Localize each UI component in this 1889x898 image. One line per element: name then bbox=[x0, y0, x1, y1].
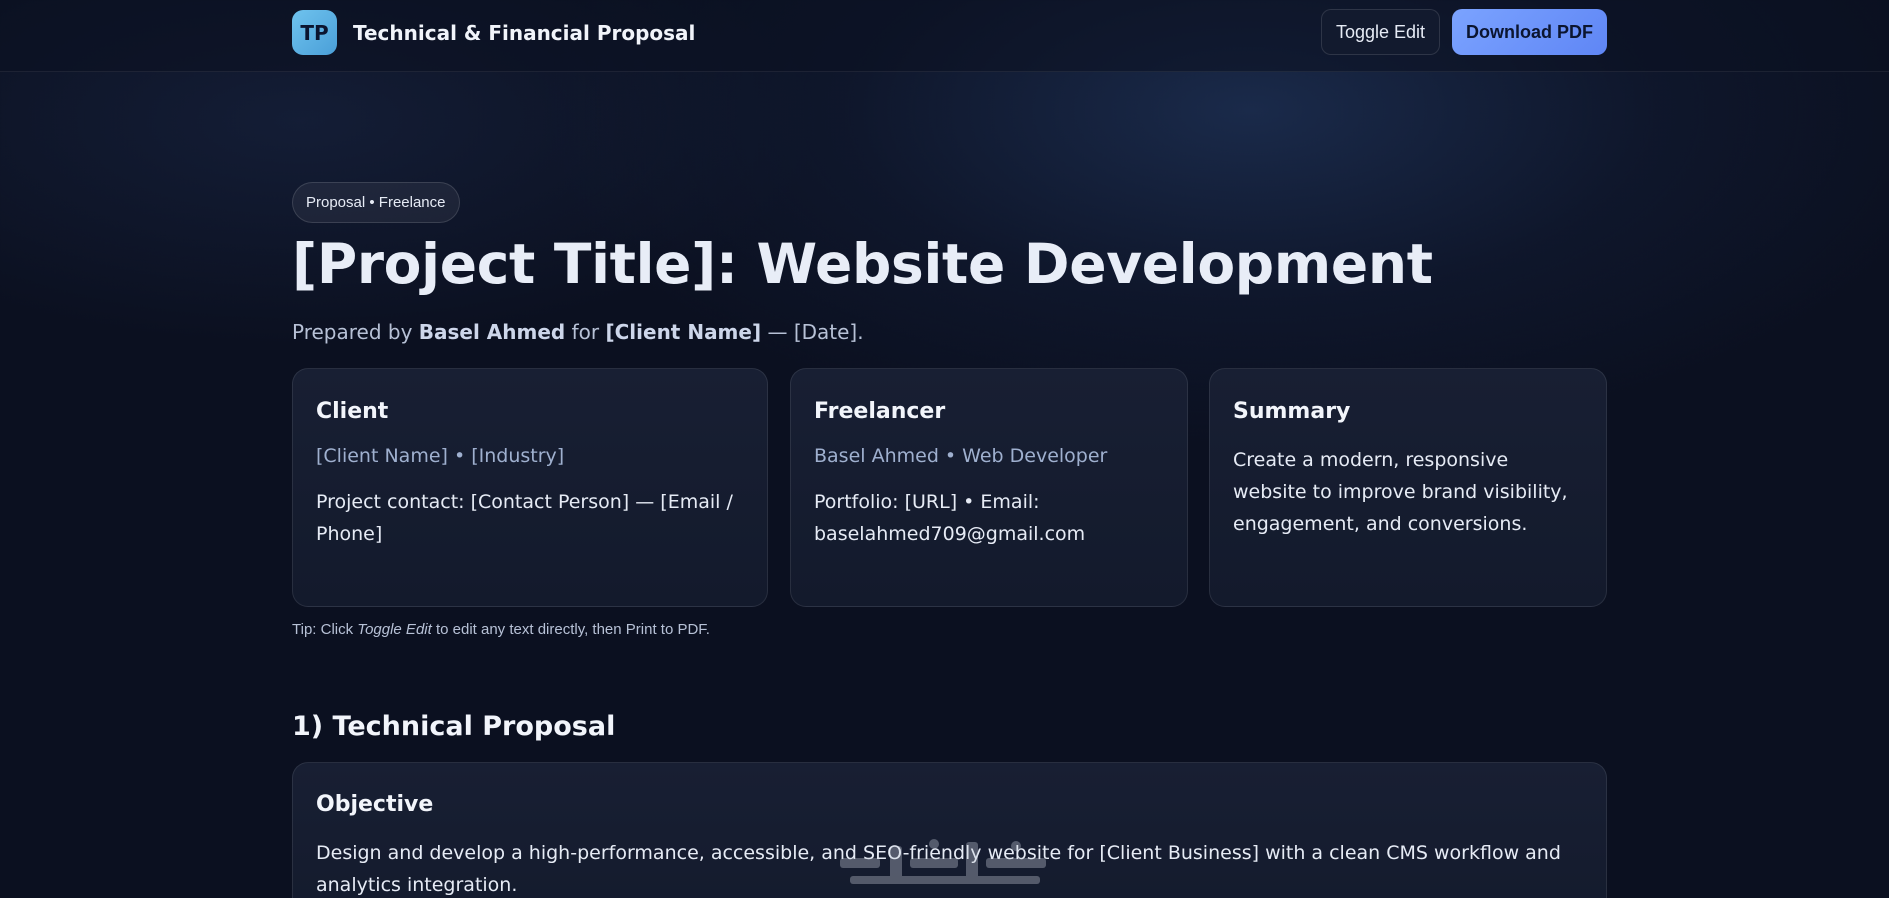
summary-card-body: Create a modern, responsive website to i… bbox=[1233, 449, 1568, 535]
edit-tip-suffix: to edit any text directly, then Print to… bbox=[431, 621, 710, 638]
proposal-type-badge: Proposal • Freelance bbox=[292, 182, 460, 223]
download-pdf-button[interactable]: Download PDF bbox=[1452, 9, 1607, 55]
edit-tip-prefix: Tip: Click bbox=[292, 621, 358, 638]
client-card-body: Project contact: [Contact Person] — [Ema… bbox=[316, 491, 733, 545]
client-card-title: Client bbox=[316, 399, 389, 424]
freelancer-card-title: Freelancer bbox=[814, 399, 946, 424]
client-name: [Client Name] bbox=[605, 320, 762, 344]
prepared-by-mid: for bbox=[565, 320, 606, 344]
page-title: [Project Title]: Website Development bbox=[292, 232, 1433, 296]
prepared-by-prefix: Prepared by bbox=[292, 320, 419, 344]
technical-section-title: 1) Technical Proposal bbox=[292, 711, 616, 742]
client-card: Client [Client Name] • [Industry] Projec… bbox=[292, 368, 768, 607]
brand-title: Technical & Financial Proposal bbox=[353, 20, 696, 45]
summary-card: Summary Create a modern, responsive webs… bbox=[1209, 368, 1607, 607]
toggle-edit-button[interactable]: Toggle Edit bbox=[1321, 9, 1440, 55]
author-name: Basel Ahmed bbox=[418, 320, 566, 344]
freelancer-card-meta: Basel Ahmed • Web Developer bbox=[814, 445, 1108, 467]
edit-tip-emphasis: Toggle Edit bbox=[357, 621, 432, 638]
prepared-by-date: — [Date]. bbox=[761, 320, 864, 344]
edit-tip: Tip: Click Toggle Edit to edit any text … bbox=[292, 621, 710, 638]
brand-logo: TP bbox=[292, 10, 337, 55]
objective-title: Objective bbox=[316, 792, 434, 817]
top-bar: TP Technical & Financial Proposal Toggle… bbox=[0, 0, 1889, 72]
freelancer-card-body: Portfolio: [URL] • Email: baselahmed709@… bbox=[814, 491, 1086, 545]
prepared-by-line: Prepared by Basel Ahmed for [Client Name… bbox=[292, 320, 864, 344]
summary-card-title: Summary bbox=[1233, 399, 1351, 424]
brand: TP Technical & Financial Proposal bbox=[292, 10, 695, 55]
watermark-logo-icon bbox=[840, 839, 1046, 884]
client-card-meta: [Client Name] • [Industry] bbox=[316, 445, 565, 467]
freelancer-card: Freelancer Basel Ahmed • Web Developer P… bbox=[790, 368, 1188, 607]
